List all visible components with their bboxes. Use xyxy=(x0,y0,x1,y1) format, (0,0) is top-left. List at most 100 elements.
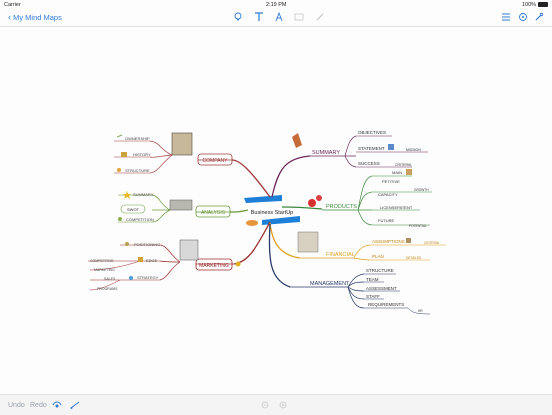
team-illustration-icon xyxy=(169,199,193,211)
child-label: CAPACITY xyxy=(378,192,398,197)
branch-management[interactable]: MANAGEMENT STRUCTURE TEAM ASSESSMENT STA… xyxy=(268,223,431,315)
style-button[interactable] xyxy=(273,11,285,23)
clock: 2:19 PM xyxy=(266,2,287,8)
child-label: PROGRAMS xyxy=(97,287,118,291)
undo-button[interactable]: Undo xyxy=(8,402,25,409)
child-label: MAIN xyxy=(392,170,402,175)
branch-products[interactable]: PRODUCTS MAIN PETITIVE GROWTH CAPACITY L… xyxy=(281,169,432,228)
child-lines xyxy=(159,244,181,281)
mind-map-canvas[interactable]: Business StartUp COMPANY OWNERSHIP HISTO… xyxy=(0,27,552,394)
edge-icon xyxy=(138,257,143,262)
child-label: POSITIONING xyxy=(134,242,160,247)
chevron-left-icon: ‹ xyxy=(8,12,11,22)
structure-icon xyxy=(117,168,121,172)
pencil-icon xyxy=(316,13,324,21)
summary-illustration-icon xyxy=(292,133,302,148)
style-icon xyxy=(275,12,283,22)
branch-line xyxy=(229,209,249,213)
outline-button[interactable] xyxy=(500,11,512,23)
branch-marketing[interactable]: MARKETING POSITIONING EDGE COMPETITIVE M… xyxy=(88,221,271,291)
central-node[interactable]: Business StartUp xyxy=(244,195,300,226)
child-lines xyxy=(151,194,171,223)
child-lines xyxy=(344,135,357,168)
child-lines xyxy=(347,273,365,309)
branch-summary[interactable]: SUMMARY OBJECTIVES STATEMENT MISSION SUC… xyxy=(271,130,428,198)
relink-icon[interactable] xyxy=(52,400,62,410)
image-button[interactable] xyxy=(293,11,305,23)
battery-label: 100% xyxy=(522,2,537,8)
figure-illustration-icon xyxy=(179,239,199,261)
node-label: MANAGEMENT xyxy=(310,281,350,287)
node-label: PRODUCTS xyxy=(326,204,357,210)
child-label: SUCCESS xyxy=(358,161,380,166)
positioning-icon xyxy=(125,242,129,246)
child-label: STAFF xyxy=(366,294,380,299)
image-icon xyxy=(294,13,304,21)
settings-button[interactable] xyxy=(533,11,545,23)
branch-line xyxy=(271,155,311,198)
child-label: ASSUMPTIONS xyxy=(372,239,405,244)
child-label: OBJECTIVES xyxy=(358,130,386,135)
child-label: STRUCTURE xyxy=(366,268,394,273)
gear-icon xyxy=(308,199,316,207)
wrench-icon xyxy=(535,12,544,21)
child-label: FUTURE xyxy=(378,218,395,223)
list-icon xyxy=(502,13,510,21)
back-button[interactable]: ‹ My Mind Maps xyxy=(8,12,62,22)
star-icon xyxy=(123,191,131,199)
child-label: CRITERIA xyxy=(424,241,440,245)
subchild-lines xyxy=(88,260,141,291)
node-label: SUMMARY xyxy=(312,150,340,156)
share-button[interactable] xyxy=(517,11,529,23)
bottom-toolbar: Undo Redo xyxy=(0,394,552,415)
child-label: EDGE xyxy=(146,258,158,263)
child-label: MISSION xyxy=(406,148,421,152)
node-label: MARKETING xyxy=(199,263,229,269)
zoom-out-icon[interactable] xyxy=(260,400,270,410)
connect-icon[interactable] xyxy=(70,400,80,410)
child-label: REQUIREMENTS xyxy=(368,302,404,307)
central-logo-icon xyxy=(246,220,258,226)
child-label: COMPETITION xyxy=(126,217,154,222)
child-label: SUMMARY xyxy=(133,192,154,197)
mind-map-svg[interactable]: Business StartUp COMPANY OWNERSHIP HISTO… xyxy=(0,27,552,394)
back-label: My Mind Maps xyxy=(13,13,62,22)
zoom-in-icon[interactable] xyxy=(278,400,288,410)
child-label: MARKETING xyxy=(94,268,115,272)
branch-line xyxy=(231,159,271,198)
navigation-bar: ‹ My Mind Maps xyxy=(0,10,552,26)
child-label: PLAN xyxy=(372,254,384,259)
central-label: Business StartUp xyxy=(251,210,294,216)
idea-button[interactable] xyxy=(232,11,244,23)
status-bar: Carrier 2:19 PM 100% xyxy=(0,0,552,10)
child-label: GROWTH xyxy=(414,188,429,192)
central-ribbon-bottom xyxy=(262,216,300,225)
branch-analysis[interactable]: ANALYSIS SUMMARY SWOT COMPETITION xyxy=(118,191,249,223)
child-label: CRITERIA xyxy=(395,163,412,167)
marketing-badge-icon xyxy=(235,261,241,267)
competition-icon xyxy=(118,217,122,221)
text-button[interactable] xyxy=(253,11,265,23)
node-label: ANALYSIS xyxy=(201,210,226,216)
share-icon xyxy=(519,13,527,21)
pen-button[interactable] xyxy=(314,11,326,23)
branch-line xyxy=(233,221,271,265)
child-label: HR xyxy=(418,309,423,313)
child-label: STRATEGY xyxy=(137,275,159,280)
child-lines xyxy=(353,244,371,261)
branch-line xyxy=(269,222,301,259)
carrier-label: Carrier xyxy=(4,2,21,8)
branch-financial[interactable]: FINANCIAL ASSUMPTIONS CRITERIA PLAN DETA… xyxy=(269,222,446,261)
battery-icon xyxy=(538,2,548,7)
child-lines xyxy=(149,140,173,174)
child-label: DETAILED xyxy=(406,256,422,260)
child-label: ASSESSMENT xyxy=(366,286,397,291)
central-ribbon-top xyxy=(244,195,282,203)
child-label: LICENSEPATENT xyxy=(380,205,413,210)
redo-button[interactable]: Redo xyxy=(30,402,47,409)
branch-company[interactable]: COMPANY OWNERSHIP HISTORY STRUCTURE xyxy=(114,132,271,198)
main-product-icon xyxy=(406,169,412,175)
node-label: COMPANY xyxy=(203,158,229,164)
finance-illustration-icon xyxy=(297,231,319,253)
child-label: SWOT xyxy=(127,207,140,212)
